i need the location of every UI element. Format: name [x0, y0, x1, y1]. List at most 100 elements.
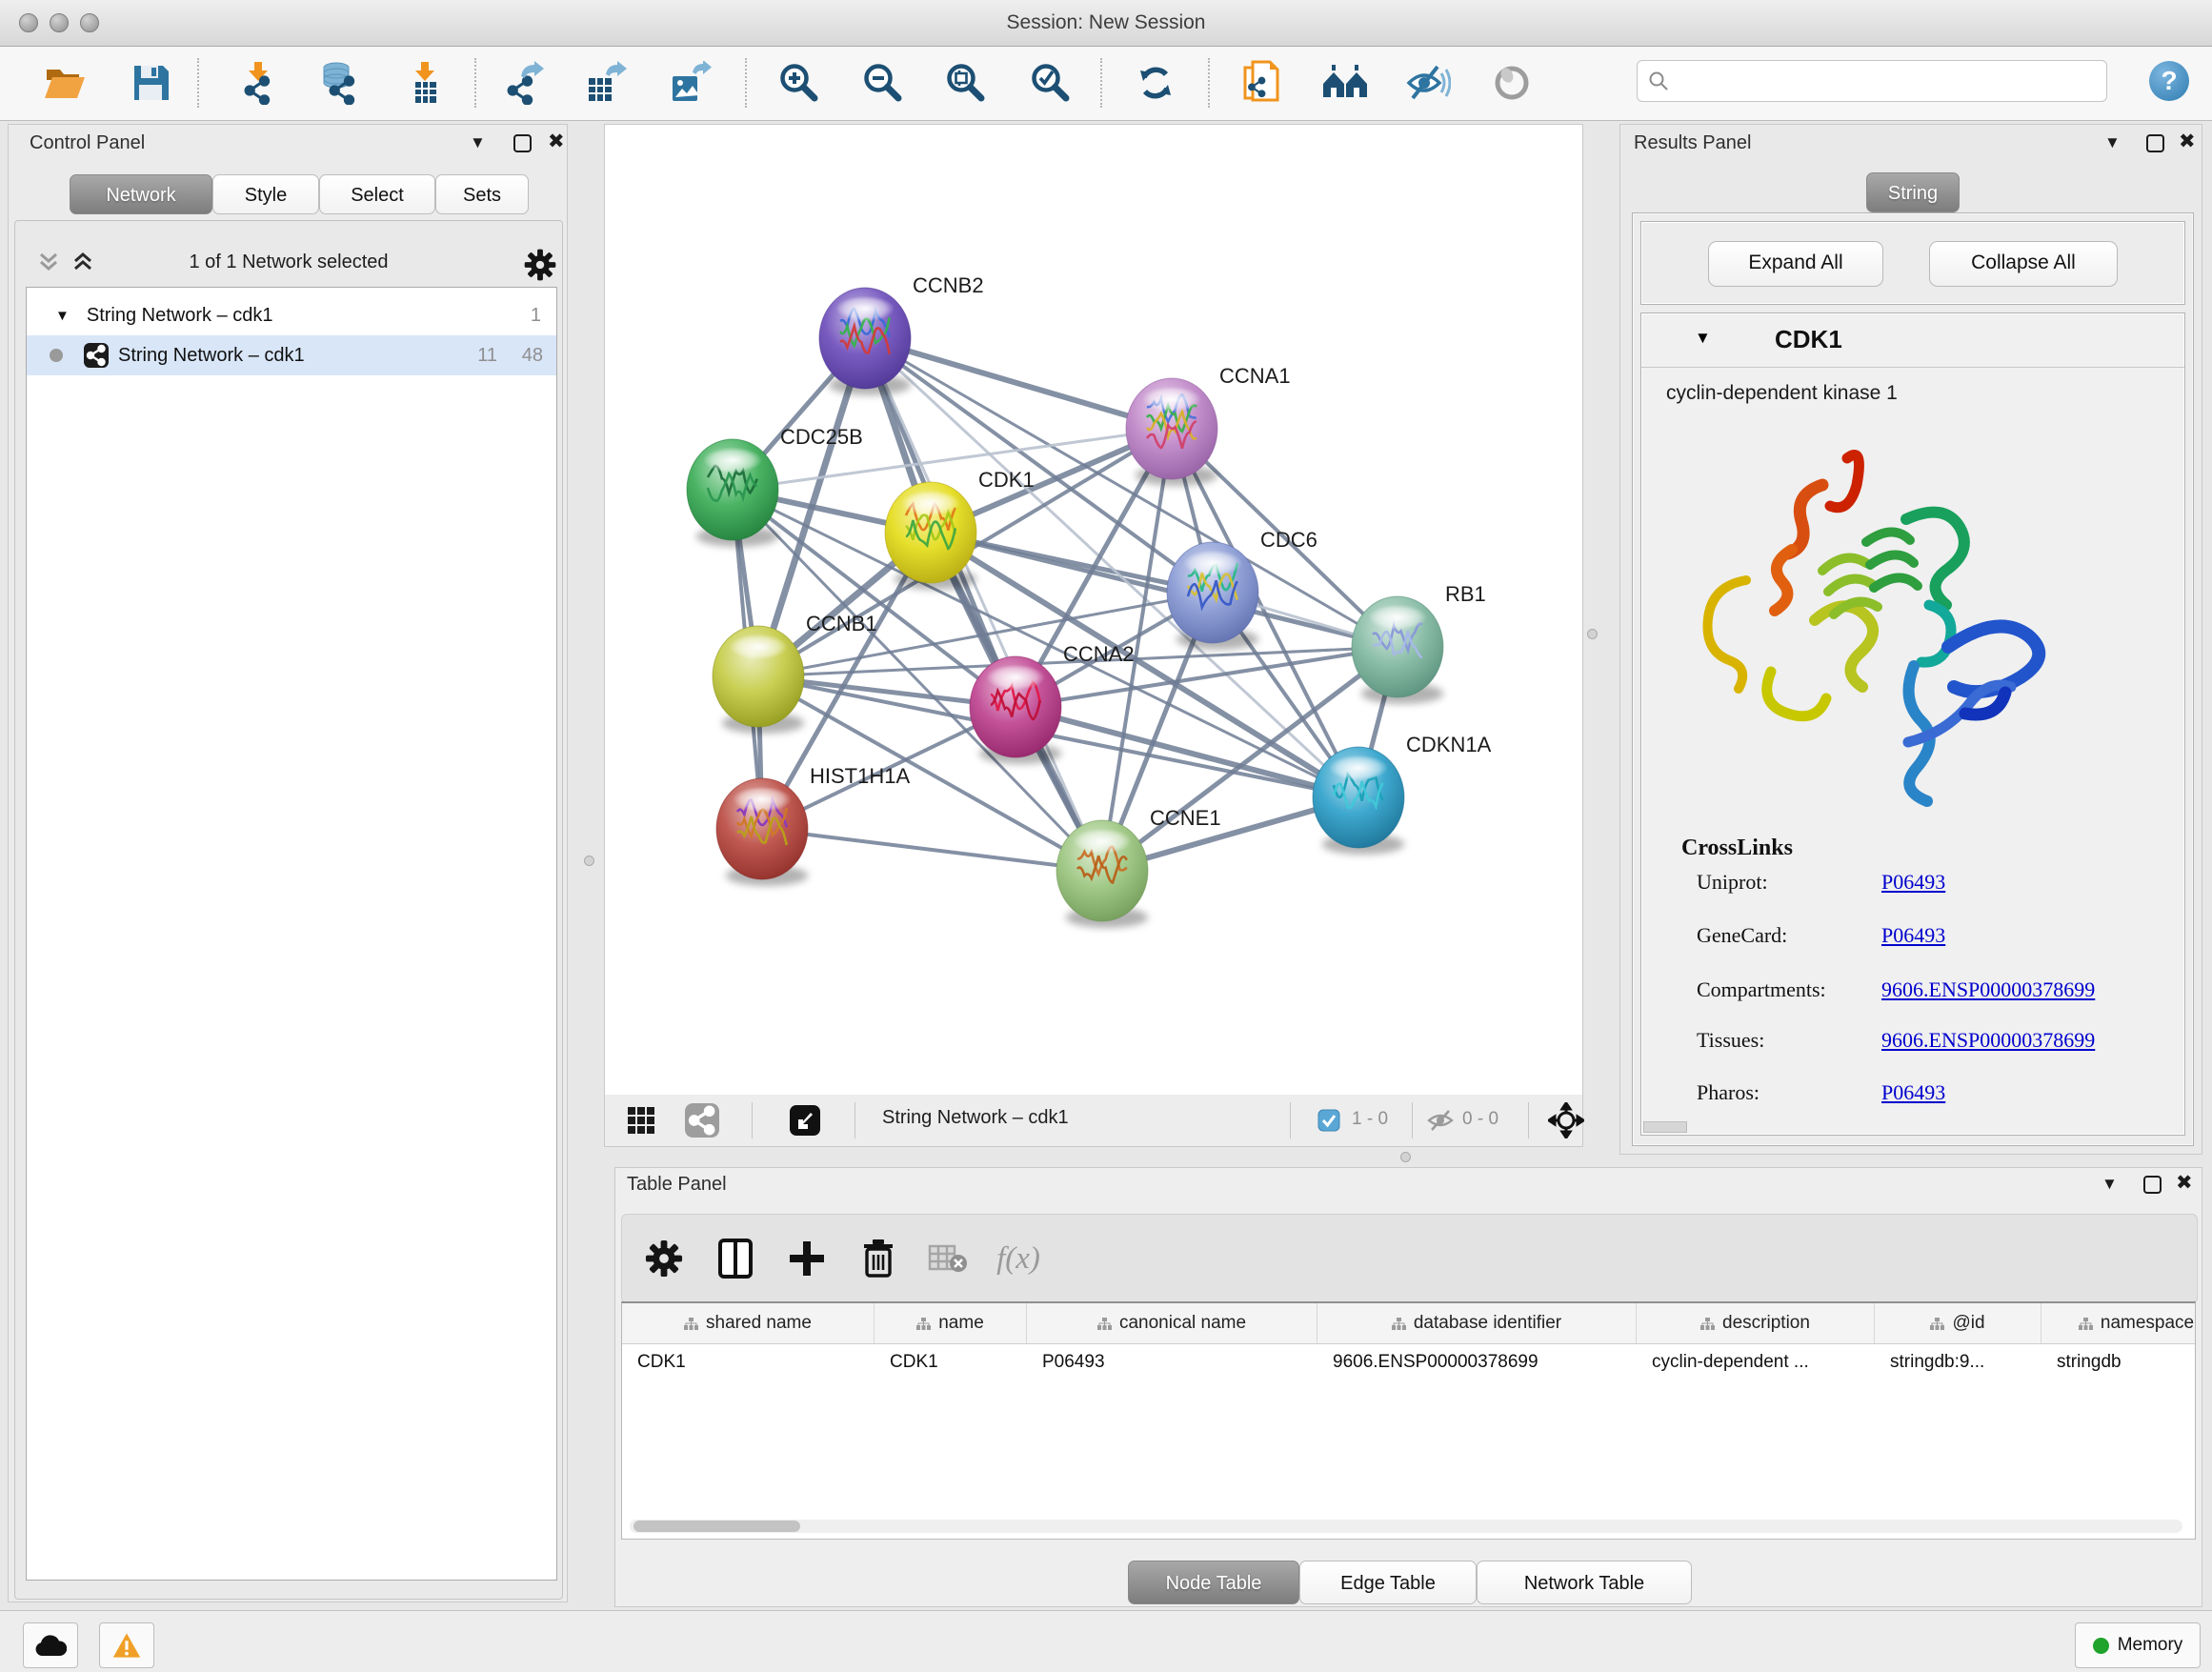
delete-column-trash-icon[interactable]: [855, 1236, 901, 1281]
node-CDK1[interactable]: [885, 482, 976, 590]
search-box[interactable]: [1637, 60, 2107, 102]
crosslink-link[interactable]: 9606.ENSP00000378699: [1881, 977, 2095, 1002]
column-header-canonical-name[interactable]: canonical name: [1027, 1303, 1317, 1343]
crosslink-link[interactable]: P06493: [1881, 923, 1945, 948]
tab-node-table[interactable]: Node Table: [1128, 1561, 1299, 1604]
column-header-shared-name[interactable]: shared name: [622, 1303, 875, 1343]
cell[interactable]: stringdb: [2041, 1343, 2196, 1381]
right-splitter-handle[interactable]: [1587, 629, 1598, 639]
open-session-button[interactable]: [43, 61, 87, 105]
network-options-gear-icon[interactable]: [523, 248, 557, 282]
warnings-button[interactable]: [99, 1622, 154, 1668]
refresh-layout-button[interactable]: [1134, 61, 1177, 105]
edge-CCNA2-CDKN1A[interactable]: [1016, 707, 1358, 797]
help-button[interactable]: ?: [2148, 60, 2190, 102]
node-CCNB2[interactable]: [819, 288, 911, 395]
column-header-database-identifier[interactable]: database identifier: [1317, 1303, 1637, 1343]
zoom-fit-button[interactable]: [943, 61, 987, 105]
delete-table-icon[interactable]: [925, 1236, 971, 1281]
tab-network[interactable]: Network: [70, 174, 212, 214]
cell[interactable]: stringdb:9...: [1875, 1343, 2041, 1381]
level-of-detail-button[interactable]: [1490, 61, 1534, 105]
export-image-button[interactable]: [668, 61, 712, 105]
show-columns-icon[interactable]: [713, 1236, 758, 1281]
table-options-gear-icon[interactable]: [641, 1236, 687, 1281]
column-header-description[interactable]: description: [1637, 1303, 1875, 1343]
cell[interactable]: CDK1: [875, 1343, 1027, 1381]
left-splitter-handle[interactable]: [584, 856, 594, 866]
control-panel-maximize-icon[interactable]: [513, 134, 532, 152]
node-CDC25B[interactable]: [687, 439, 778, 547]
zoom-out-button[interactable]: [860, 61, 904, 105]
control-panel-float-icon[interactable]: ▼: [470, 133, 486, 152]
node-CDKN1A[interactable]: [1313, 747, 1404, 855]
node-CCNA1[interactable]: [1126, 378, 1217, 486]
save-session-button[interactable]: [129, 61, 172, 105]
string-network-graph[interactable]: CCNB2CCNA1CDC25BCDK1CDC6RB1CCNB1CCNA2CDK…: [605, 125, 1582, 1095]
hide-show-graphics-button[interactable]: [1406, 61, 1450, 105]
function-builder-icon[interactable]: f(x): [995, 1236, 1041, 1281]
collection-expand-icon[interactable]: ▼: [55, 308, 70, 324]
tab-style[interactable]: Style: [212, 174, 319, 214]
fit-content-crosshair-icon[interactable]: [1548, 1102, 1584, 1138]
export-table-button[interactable]: [583, 61, 627, 105]
import-table-button[interactable]: [403, 61, 447, 105]
edge-HIST1H1A-CCNE1[interactable]: [762, 829, 1102, 871]
import-network-button[interactable]: [236, 61, 280, 105]
horizontal-splitter-handle[interactable]: [1400, 1152, 1411, 1162]
network-view-canvas[interactable]: CCNB2CCNA1CDC25BCDK1CDC6RB1CCNB1CCNA2CDK…: [604, 124, 1583, 1096]
table-panel-maximize-icon[interactable]: [2143, 1176, 2162, 1194]
zoom-in-button[interactable]: [776, 61, 820, 105]
table-hscrollbar[interactable]: [630, 1520, 2182, 1533]
column-header-namespace[interactable]: namespace: [2041, 1303, 2196, 1343]
gene-header-row[interactable]: ▼ CDK1: [1641, 313, 2184, 368]
table-panel-float-icon[interactable]: ▼: [2101, 1175, 2118, 1194]
node-RB1[interactable]: [1352, 596, 1443, 704]
birds-eye-view-icon[interactable]: [788, 1103, 822, 1138]
gene-collapse-icon[interactable]: ▼: [1695, 329, 1711, 348]
search-input[interactable]: [1679, 62, 2106, 100]
tab-sets[interactable]: Sets: [435, 174, 529, 214]
cell[interactable]: CDK1: [622, 1343, 875, 1381]
results-panel-float-icon[interactable]: ▼: [2104, 133, 2121, 152]
network-share-icon[interactable]: [685, 1103, 719, 1138]
create-column-plus-icon[interactable]: [784, 1236, 830, 1281]
export-network-button[interactable]: [502, 61, 546, 105]
memory-button[interactable]: Memory: [2075, 1622, 2201, 1668]
results-panel-close-icon[interactable]: ✖: [2179, 130, 2196, 153]
duplicate-network-button[interactable]: [1238, 61, 1282, 105]
collapse-all-button[interactable]: Collapse All: [1929, 241, 2118, 287]
edge-CCNB2-CCNE1[interactable]: [865, 338, 1102, 871]
node-table[interactable]: shared name name canonical name database…: [621, 1301, 2196, 1540]
control-panel-close-icon[interactable]: ✖: [548, 130, 565, 153]
node-HIST1H1A[interactable]: [716, 778, 808, 886]
edge-CDK1-RB1[interactable]: [931, 533, 1398, 647]
table-hscrollbar-thumb[interactable]: [633, 1521, 800, 1532]
hidden-eye-icon[interactable]: [1426, 1107, 1455, 1134]
network-row[interactable]: String Network – cdk1 11 48: [27, 335, 556, 375]
crosslink-link[interactable]: P06493: [1881, 1080, 1945, 1105]
node-CCNE1[interactable]: [1056, 820, 1148, 928]
tab-network-table[interactable]: Network Table: [1477, 1561, 1692, 1604]
expand-all-button[interactable]: Expand All: [1708, 241, 1883, 287]
network-collection-row[interactable]: ▼ String Network – cdk1 1: [27, 295, 556, 335]
node-table-data-row[interactable]: CDK1CDK1P064939606.ENSP00000378699cyclin…: [622, 1343, 2196, 1381]
tab-string[interactable]: String: [1866, 172, 1960, 212]
results-hscrollbar-fragment[interactable]: [1643, 1121, 1687, 1133]
cloud-button[interactable]: [23, 1622, 78, 1668]
results-panel-maximize-icon[interactable]: [2146, 134, 2164, 152]
cell[interactable]: 9606.ENSP00000378699: [1317, 1343, 1637, 1381]
home-button[interactable]: [1323, 61, 1367, 105]
cell[interactable]: P06493: [1027, 1343, 1317, 1381]
zoom-selected-button[interactable]: [1028, 61, 1072, 105]
node-CCNB1[interactable]: [713, 626, 804, 734]
tab-select[interactable]: Select: [319, 174, 435, 214]
tab-edge-table[interactable]: Edge Table: [1299, 1561, 1477, 1604]
import-network-database-button[interactable]: [316, 61, 360, 105]
network-edges[interactable]: [733, 338, 1398, 871]
cell[interactable]: cyclin-dependent ...: [1637, 1343, 1875, 1381]
grid-view-icon[interactable]: [626, 1105, 656, 1136]
column-header--id[interactable]: @id: [1875, 1303, 2041, 1343]
edge-CCNB2-CCNA1[interactable]: [865, 338, 1172, 429]
table-panel-close-icon[interactable]: ✖: [2176, 1171, 2193, 1195]
